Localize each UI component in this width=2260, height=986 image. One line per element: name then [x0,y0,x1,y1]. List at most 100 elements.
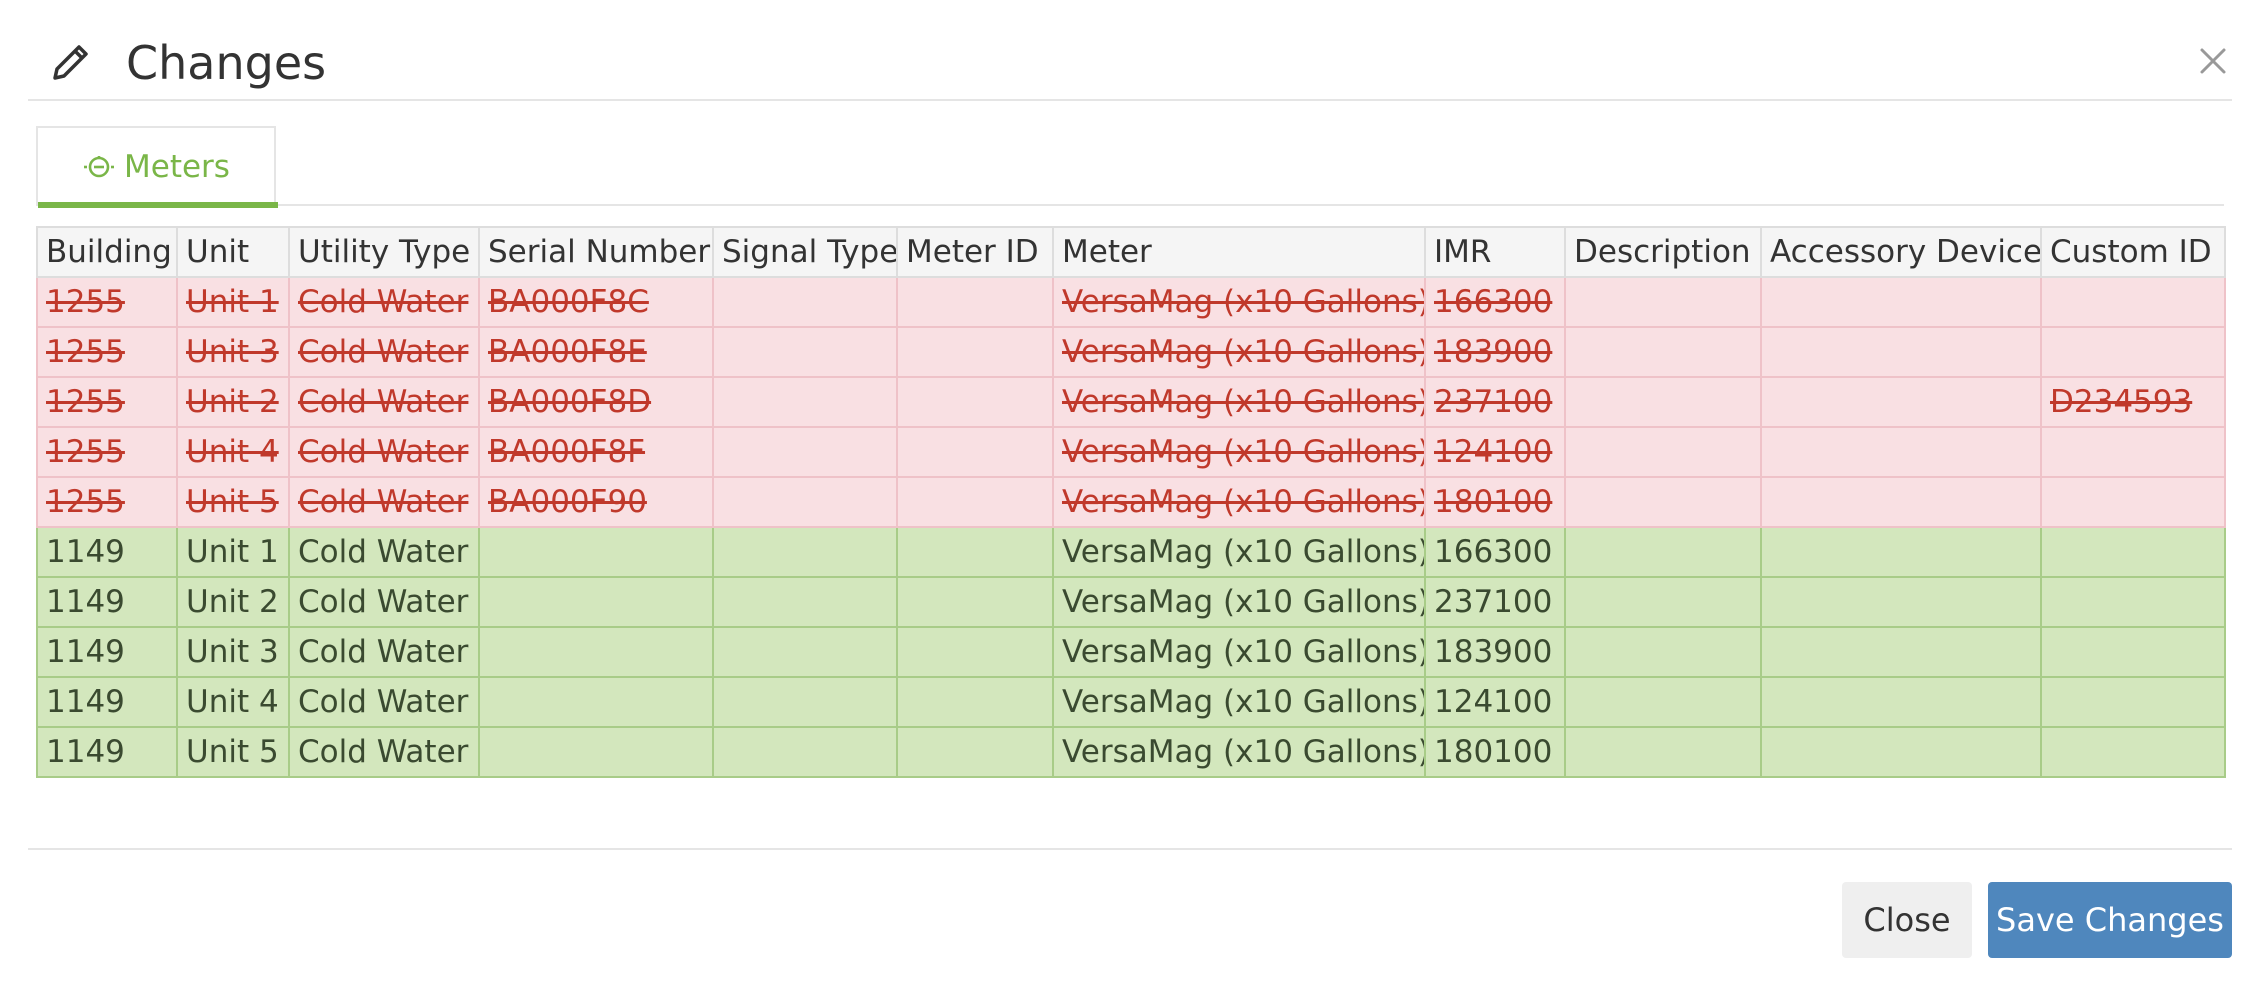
removed-row: 1255 Unit 4 Cold Water BA000F8F VersaMag (x1… [36,426,2226,478]
table-cell: 1255 [36,476,178,528]
table-cell [1564,526,1762,578]
added-row: 1149 Unit 2 Cold Water VersaMag (x10 Gallon… [36,576,2226,628]
table-cell [1760,726,2042,778]
table-cell: 1149 [36,626,178,678]
table-cell: 1149 [36,726,178,778]
table-cell: 166300 [1424,526,1566,578]
table-cell [2040,726,2226,778]
pencil-icon [53,45,88,80]
table-cell: Unit 3 [176,326,290,378]
table-cell: VersaMag (x10 Gallons) [1052,376,1426,428]
table-cell: Cold Water [288,476,480,528]
table-cell: VersaMag (x10 Gallons) [1052,326,1426,378]
table-cell [896,626,1054,678]
removed-row: 1255 Unit 1 Cold Water BA000F8C VersaMag (x1… [36,276,2226,328]
table-cell: Cold Water [288,326,480,378]
table-cell [2040,676,2226,728]
table-cell [2040,426,2226,478]
column-header: Utility Type [288,226,480,278]
table-cell [478,576,714,628]
table-cell: Cold Water [288,576,480,628]
table-cell: VersaMag (x10 Gallons) [1052,676,1426,728]
table-cell [712,526,898,578]
table-cell [896,326,1054,378]
table-cell: 124100 [1424,676,1566,728]
table-cell [478,626,714,678]
table-cell [896,476,1054,528]
table-cell [478,726,714,778]
table-cell [896,276,1054,328]
table-cell: BA000F90 [478,476,714,528]
table-cell: Cold Water [288,726,480,778]
table-cell [896,526,1054,578]
table-cell: VersaMag (x10 Gallons) [1052,576,1426,628]
table-cell: Unit 1 [176,276,290,328]
table-cell: Unit 3 [176,626,290,678]
table-cell: BA000F8D [478,376,714,428]
close-button[interactable]: Close [1842,882,1972,958]
meter-icon [84,156,115,178]
table-cell: BA000F8E [478,326,714,378]
column-header: Description [1564,226,1762,278]
table-cell: 1255 [36,376,178,428]
column-header: Accessory Device [1760,226,2042,278]
table-cell: 180100 [1424,476,1566,528]
table-cell: Unit 2 [176,376,290,428]
table-cell [1760,626,2042,678]
table-cell [1564,326,1762,378]
table-cell [712,726,898,778]
table-cell [2040,526,2226,578]
table-cell [712,326,898,378]
table-cell: Cold Water [288,376,480,428]
column-header: Custom ID [2040,226,2226,278]
table-cell: 1255 [36,426,178,478]
column-header: Unit [176,226,290,278]
table-cell [896,576,1054,628]
table-cell: 1149 [36,526,178,578]
table-cell [712,576,898,628]
table-cell: Cold Water [288,276,480,328]
close-icon[interactable] [2196,44,2230,78]
table-cell: 166300 [1424,276,1566,328]
table-cell [1760,276,2042,328]
table-cell [1760,576,2042,628]
table-cell [1564,376,1762,428]
table-cell [2040,326,2226,378]
table-cell: 124100 [1424,426,1566,478]
table-cell: Cold Water [288,426,480,478]
removed-row: 1255 Unit 5 Cold Water BA000F90 VersaMag (x1… [36,476,2226,528]
added-row: 1149 Unit 1 Cold Water VersaMag (x10 Gallon… [36,526,2226,578]
active-tab-indicator [38,202,278,208]
table-cell [896,676,1054,728]
removed-row: 1255 Unit 3 Cold Water BA000F8E VersaMag (x1… [36,326,2226,378]
save-changes-button[interactable]: Save Changes [1988,882,2232,958]
table-cell: 237100 [1424,576,1566,628]
table-cell [712,476,898,528]
column-header: Building [36,226,178,278]
table-cell: VersaMag (x10 Gallons) [1052,526,1426,578]
added-row: 1149 Unit 3 Cold Water VersaMag (x10 Gallon… [36,626,2226,678]
table-cell: 237100 [1424,376,1566,428]
tab-meters[interactable]: Meters [36,126,278,208]
table-cell: 1149 [36,576,178,628]
modal-title: Changes [126,36,327,90]
table-cell [2040,626,2226,678]
table-cell: VersaMag (x10 Gallons) [1052,426,1426,478]
table-cell [712,426,898,478]
column-header: Meter [1052,226,1426,278]
added-row: 1149 Unit 4 Cold Water VersaMag (x10 Gallon… [36,676,2226,728]
table-cell: Unit 4 [176,426,290,478]
table-cell [478,526,714,578]
tab-label: Meters [124,149,230,185]
table-cell: Unit 5 [176,476,290,528]
table-cell: VersaMag (x10 Gallons) [1052,476,1426,528]
table-cell: VersaMag (x10 Gallons) [1052,276,1426,328]
table-cell: 1149 [36,676,178,728]
column-header: Signal Type [712,226,898,278]
table-cell: 1255 [36,276,178,328]
table-cell [712,376,898,428]
tab-bar: Meters [36,126,2224,208]
changes-table: Building Unit Utility Type Serial Number Sig… [36,226,2226,778]
table-cell: D234593 [2040,376,2226,428]
table-cell [1564,726,1762,778]
